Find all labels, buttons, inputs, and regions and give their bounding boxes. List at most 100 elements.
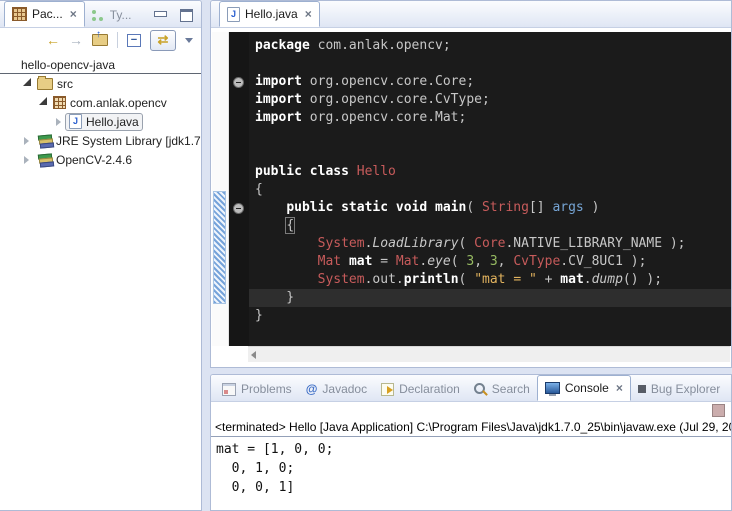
forward-icon[interactable]: → bbox=[69, 33, 83, 47]
tree-label-box: com.anlak.opencv bbox=[49, 94, 171, 112]
tree-item-hello-opencv-java[interactable]: hello-opencv-java bbox=[0, 55, 201, 74]
tree-item-label: JRE System Library [jdk1.7.0 bbox=[56, 134, 201, 148]
javadoc-icon: @ bbox=[306, 383, 318, 395]
tree-item-label: OpenCV-2.4.6 bbox=[56, 153, 132, 167]
view-menu-icon[interactable] bbox=[185, 38, 193, 43]
tab-declaration[interactable]: Declaration bbox=[374, 377, 467, 401]
tab-type-hierarchy[interactable]: Ty... bbox=[85, 3, 139, 27]
java-file-icon: J bbox=[227, 7, 240, 22]
code-line[interactable]: package com.anlak.opencv; bbox=[249, 37, 732, 55]
tree-label-box: JRE System Library [jdk1.7.0 bbox=[33, 132, 201, 150]
close-icon[interactable]: × bbox=[305, 9, 312, 19]
code-line[interactable]: import org.opencv.core.CvType; bbox=[249, 91, 732, 109]
type-hierarchy-icon bbox=[92, 10, 96, 14]
tree-label-box: hello-opencv-java bbox=[17, 56, 119, 74]
toolbar-separator bbox=[117, 32, 118, 48]
tab-label: Pac... bbox=[32, 7, 63, 21]
tab-bug[interactable]: Bug bbox=[727, 377, 732, 401]
console-toolbar bbox=[211, 402, 731, 418]
tab-package-explorer[interactable]: Pac... × bbox=[4, 1, 85, 27]
code-line[interactable]: { bbox=[249, 181, 732, 199]
expanded-arrow-icon[interactable] bbox=[36, 100, 49, 105]
code-line[interactable]: public static void main( String[] args ) bbox=[249, 199, 732, 217]
close-icon[interactable]: × bbox=[616, 383, 623, 393]
close-icon[interactable]: × bbox=[70, 9, 77, 19]
tree-item-label: com.anlak.opencv bbox=[70, 96, 167, 110]
tree-item-src[interactable]: src bbox=[0, 74, 201, 93]
console-view: Problems @ Javadoc Declaration Search Console… bbox=[210, 374, 732, 511]
tab-label: Hello.java bbox=[245, 7, 298, 21]
bug-square-icon bbox=[638, 385, 646, 393]
collapsed-arrow-icon[interactable] bbox=[20, 137, 33, 145]
tab-javadoc[interactable]: @ Javadoc bbox=[299, 377, 374, 401]
horizontal-scrollbar[interactable] bbox=[248, 346, 730, 362]
tree-label-box: src bbox=[33, 75, 77, 93]
library-icon bbox=[37, 135, 52, 147]
tree-item-hello-java[interactable]: J Hello.java bbox=[0, 112, 201, 131]
minimize-icon[interactable] bbox=[154, 11, 167, 17]
tree-item-label: hello-opencv-java bbox=[21, 58, 115, 72]
tree-item-com-anlak-opencv[interactable]: com.anlak.opencv bbox=[0, 93, 201, 112]
fold-minus-icon[interactable] bbox=[233, 203, 244, 214]
tab-label: Problems bbox=[241, 382, 292, 396]
tree-item-opencv-2-4-6[interactable]: OpenCV-2.4.6 bbox=[0, 150, 201, 169]
maximize-icon[interactable] bbox=[180, 9, 193, 22]
code-line[interactable]: } bbox=[249, 289, 732, 307]
source-folder-icon bbox=[37, 78, 53, 90]
console-output-line: 0, 0, 1] bbox=[216, 478, 731, 497]
code-line[interactable]: System.out.println( "mat = " + mat.dump(… bbox=[249, 271, 732, 289]
search-icon bbox=[474, 383, 487, 396]
expanded-arrow-icon[interactable] bbox=[20, 81, 33, 86]
tab-bug-explorer[interactable]: Bug Explorer bbox=[631, 377, 727, 401]
scroll-left-icon[interactable] bbox=[251, 351, 256, 359]
tree-label-box: OpenCV-2.4.6 bbox=[33, 151, 136, 169]
tree-item-label: src bbox=[57, 77, 73, 91]
code-area[interactable]: package com.anlak.opencv; import org.open… bbox=[249, 32, 732, 346]
go-into-icon[interactable]: ↑ bbox=[92, 34, 108, 46]
fold-gutter bbox=[229, 32, 249, 346]
editor-view: J Hello.java × package com.anlak.opencv;… bbox=[210, 0, 732, 368]
tab-label: Javadoc bbox=[322, 382, 367, 396]
console-toolbar-icon[interactable] bbox=[712, 404, 725, 417]
back-icon[interactable]: ← bbox=[46, 33, 60, 47]
code-line[interactable]: } bbox=[249, 307, 732, 325]
code-line[interactable] bbox=[249, 145, 732, 163]
package-explorer-icon bbox=[12, 7, 27, 21]
tab-label: Ty... bbox=[110, 8, 132, 22]
range-indicator bbox=[213, 191, 226, 304]
code-line[interactable]: import org.opencv.core.Core; bbox=[249, 73, 732, 91]
library-icon bbox=[37, 154, 52, 166]
tab-label: Declaration bbox=[399, 382, 460, 396]
collapsed-arrow-icon[interactable] bbox=[20, 156, 33, 164]
collapse-all-icon[interactable]: − bbox=[127, 34, 141, 47]
tab-hello-java[interactable]: J Hello.java × bbox=[219, 1, 320, 27]
tab-search[interactable]: Search bbox=[467, 377, 537, 401]
up-arrow-glyph: ↑ bbox=[96, 29, 101, 40]
link-with-editor-icon[interactable]: ⇄ bbox=[150, 30, 176, 51]
tree-item-jre-system-library-jdk1-7-0[interactable]: JRE System Library [jdk1.7.0 bbox=[0, 131, 201, 150]
package-explorer-view: Pac... × Ty... ← → ↑ − ⇄ hello-opencv-ja… bbox=[0, 0, 202, 511]
code-line[interactable]: { bbox=[249, 217, 732, 235]
java-file-icon: J bbox=[69, 114, 82, 129]
package-icon bbox=[53, 96, 66, 109]
console-output[interactable]: mat = [1, 0, 0; 0, 1, 0; 0, 0, 1] bbox=[211, 437, 731, 497]
tree-item-label: Hello.java bbox=[86, 115, 139, 129]
console-tabbar: Problems @ Javadoc Declaration Search Console… bbox=[211, 375, 731, 402]
tab-label: Bug Explorer bbox=[651, 382, 720, 396]
code-line[interactable]: import org.opencv.core.Mat; bbox=[249, 109, 732, 127]
package-explorer-toolbar: ← → ↑ − ⇄ bbox=[0, 28, 201, 52]
marker-bar bbox=[212, 32, 229, 346]
code-line[interactable]: Mat mat = Mat.eye( 3, 3, CvType.CV_8UC1 … bbox=[249, 253, 732, 271]
code-line[interactable] bbox=[249, 55, 732, 73]
code-line[interactable] bbox=[249, 127, 732, 145]
console-output-line: 0, 1, 0; bbox=[216, 459, 731, 478]
fold-minus-icon[interactable] bbox=[233, 77, 244, 88]
tab-problems[interactable]: Problems bbox=[215, 377, 299, 401]
editor-tabbar: J Hello.java × bbox=[211, 1, 731, 28]
code-line[interactable]: public class Hello bbox=[249, 163, 732, 181]
tab-label: Console bbox=[565, 381, 609, 395]
tab-console[interactable]: Console × bbox=[537, 375, 631, 401]
collapsed-arrow-icon[interactable] bbox=[52, 118, 65, 126]
code-line[interactable]: System.LoadLibrary( Core.NATIVE_LIBRARY_… bbox=[249, 235, 732, 253]
tab-label: Search bbox=[492, 382, 530, 396]
